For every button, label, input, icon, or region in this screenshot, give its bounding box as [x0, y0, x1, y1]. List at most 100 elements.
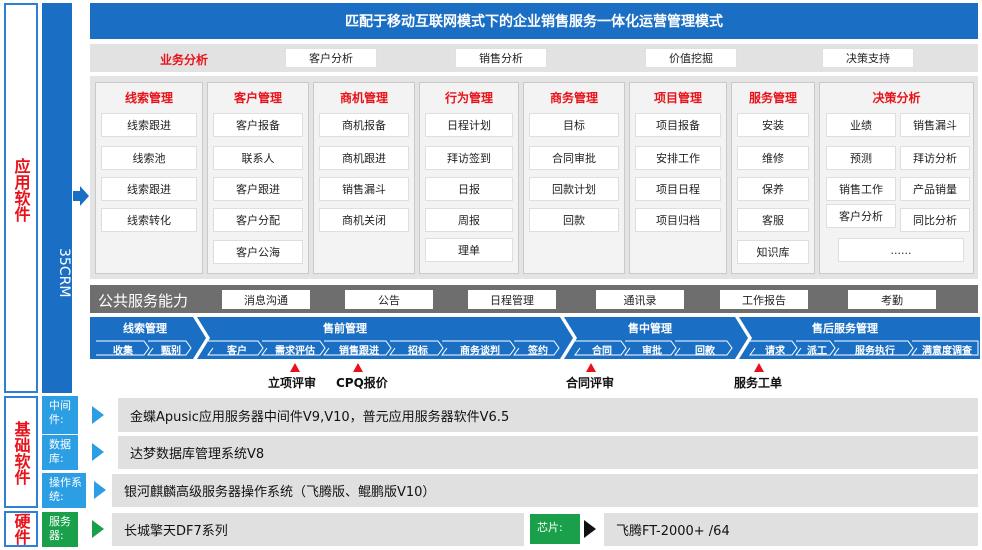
public-service-item[interactable]: 通讯录 — [596, 290, 684, 309]
module-behavior-item[interactable]: 日报 — [425, 177, 513, 201]
module-opportunity-item[interactable]: 商机关闭 — [319, 208, 409, 232]
flow-stage-title: 售中管理 — [628, 322, 672, 335]
analysis-item-customer[interactable]: 客户分析 — [285, 48, 377, 68]
module-clue-item[interactable]: 线索跟进 — [101, 113, 197, 137]
module-customer-item[interactable]: 客户跟进 — [213, 177, 303, 201]
public-service-item[interactable]: 公告 — [345, 290, 433, 309]
analysis-item-decision[interactable]: 决策支持 — [822, 48, 914, 68]
flow-step[interactable]: 服务执行 — [838, 342, 912, 357]
flow-step[interactable]: 回款 — [679, 342, 731, 357]
flow-step[interactable]: 甄别 — [152, 342, 190, 357]
public-service-item[interactable]: 日程管理 — [468, 290, 556, 309]
module-customer-item[interactable]: 客户公海 — [213, 240, 303, 264]
module-decision-item[interactable]: 客户分析 — [826, 204, 896, 228]
flow-step[interactable]: 满意度调查 — [916, 342, 978, 357]
analysis-label: 业务分析 — [160, 53, 209, 67]
database-label-box: 数据库: — [42, 435, 78, 470]
middleware-bar: 金蝶Apusic应用服务器中间件V9,V10，普元应用服务器软件V6.5 — [118, 398, 978, 432]
flow-step[interactable]: 招标 — [394, 342, 442, 357]
module-service-item[interactable]: 客服 — [737, 208, 809, 232]
module-clue-title: 线索管理 — [124, 91, 173, 105]
marker-triangle-icon — [586, 363, 596, 372]
public-services-label: 公共服务能力 — [98, 292, 189, 310]
module-decision-item[interactable]: 业绩 — [826, 113, 896, 137]
public-service-item[interactable]: 消息沟通 — [222, 290, 310, 309]
middleware-label-box: 中间件: — [42, 396, 78, 434]
module-service-item[interactable]: 安装 — [737, 113, 809, 137]
server-label-box: 服务器: — [42, 512, 78, 547]
module-project-item[interactable]: 项目报备 — [635, 113, 721, 137]
analysis-item-sales[interactable]: 销售分析 — [455, 48, 547, 68]
chip-arrow-icon — [584, 520, 596, 538]
public-service-item[interactable]: 考勤 — [848, 290, 936, 309]
marker-triangle-icon — [353, 363, 363, 372]
flow-step[interactable]: 需求评估 — [266, 342, 324, 357]
marker-label: 服务工单 — [734, 376, 783, 390]
flow-step[interactable]: 收集 — [100, 342, 146, 357]
public-service-item[interactable]: 工作报告 — [720, 290, 808, 309]
flow-step[interactable]: 审批 — [629, 342, 675, 357]
module-customer-item[interactable]: 联系人 — [213, 146, 303, 170]
module-service: 服务管理 安装 维修 保养 客服 知识库 — [731, 82, 815, 274]
analysis-item-value[interactable]: 价值挖掘 — [645, 48, 737, 68]
module-business-item[interactable]: 回款 — [529, 208, 619, 232]
module-opportunity: 商机管理 商机报备 商机跟进 销售漏斗 商机关闭 — [313, 82, 415, 274]
module-clue-item[interactable]: 线索转化 — [101, 208, 197, 232]
module-business: 商务管理 目标 合同审批 回款计划 回款 — [523, 82, 625, 274]
module-business-item[interactable]: 回款计划 — [529, 177, 619, 201]
module-decision-item[interactable]: 拜访分析 — [900, 146, 970, 170]
module-opportunity-item[interactable]: 商机跟进 — [319, 146, 409, 170]
database-bar: 达梦数据库管理系统V8 — [118, 436, 978, 469]
module-decision: 决策分析 业绩 销售漏斗 预测 拜访分析 销售工作 产品销量 客户分析 同比分析… — [819, 82, 974, 274]
server-bar: 长城擎天DF7系列 — [112, 513, 524, 546]
module-behavior: 行为管理 日程计划 拜访签到 日报 周报 理单 — [419, 82, 519, 274]
database-arrow-icon — [92, 443, 104, 461]
module-clue-item[interactable]: 线索池 — [101, 146, 197, 170]
flow-step[interactable]: 合同 — [579, 342, 625, 357]
flow-step[interactable]: 销售跟进 — [328, 342, 390, 357]
os-label: 操作系统: — [49, 476, 82, 503]
marker-label: CPQ报价 — [336, 376, 388, 390]
module-customer-item[interactable]: 客户报备 — [213, 113, 303, 137]
module-decision-item[interactable]: 预测 — [826, 146, 896, 170]
flow-step[interactable]: 请求 — [754, 342, 796, 357]
chip-value: 飞腾FT-2000+ /64 — [616, 524, 730, 539]
module-behavior-item[interactable]: 周报 — [425, 208, 513, 232]
module-decision-title: 决策分析 — [872, 91, 921, 105]
server-label: 服务器: — [49, 515, 71, 542]
hardware-text: 硬件 — [11, 513, 31, 545]
module-opportunity-item[interactable]: 商机报备 — [319, 113, 409, 137]
flow-step[interactable]: 商务谈判 — [446, 342, 514, 357]
module-business-item[interactable]: 目标 — [529, 113, 619, 137]
module-behavior-item[interactable]: 日程计划 — [425, 113, 513, 137]
module-behavior-item[interactable]: 拜访签到 — [425, 146, 513, 170]
module-decision-item[interactable]: ...... — [838, 238, 964, 262]
module-project-item[interactable]: 项目日程 — [635, 177, 721, 201]
module-opportunity-item[interactable]: 销售漏斗 — [319, 177, 409, 201]
middleware-label: 中间件: — [49, 399, 71, 426]
module-customer-item[interactable]: 客户分配 — [213, 208, 303, 232]
module-service-item[interactable]: 维修 — [737, 146, 809, 170]
app-software-label: 应用软件 — [6, 140, 36, 240]
crm-column: 35CRM — [42, 3, 72, 393]
page-title: 匹配于移动互联网模式下的企业销售服务一体化运营管理模式 — [90, 3, 978, 39]
flow-step[interactable]: 签约 — [518, 342, 558, 357]
flow-step[interactable]: 客户 — [212, 342, 262, 357]
module-decision-item[interactable]: 销售漏斗 — [900, 113, 970, 137]
module-decision-item[interactable]: 销售工作 — [826, 177, 896, 201]
chip-label-box: 芯片: — [530, 514, 580, 544]
module-service-item[interactable]: 保养 — [737, 177, 809, 201]
module-clue-item[interactable]: 线索跟进 — [101, 177, 197, 201]
module-decision-item[interactable]: 产品销量 — [900, 177, 970, 201]
middleware-value: 金蝶Apusic应用服务器中间件V9,V10，普元应用服务器软件V6.5 — [130, 409, 510, 425]
module-behavior-item[interactable]: 理单 — [425, 238, 513, 262]
module-project-item[interactable]: 项目归档 — [635, 208, 721, 232]
server-arrow-icon — [92, 520, 104, 538]
app-software-text: 应用软件 — [11, 158, 31, 222]
flow-step[interactable]: 派工 — [800, 342, 834, 357]
module-project-item[interactable]: 安排工作 — [635, 146, 721, 170]
module-customer: 客户管理 客户报备 联系人 客户跟进 客户分配 客户公海 — [207, 82, 309, 274]
module-decision-item[interactable]: 同比分析 — [900, 208, 970, 232]
module-business-item[interactable]: 合同审批 — [529, 146, 619, 170]
module-service-item[interactable]: 知识库 — [737, 240, 809, 264]
